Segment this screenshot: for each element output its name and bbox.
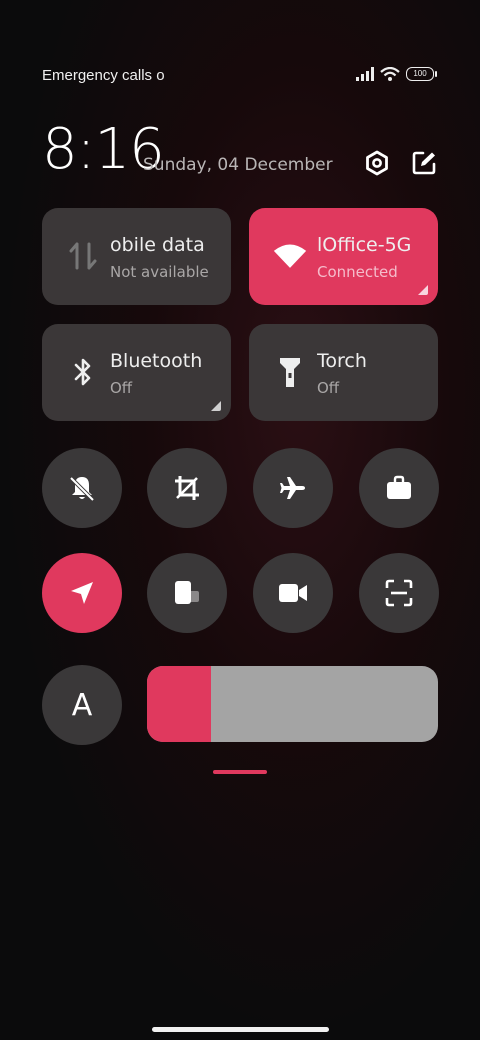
brightness-fill[interactable] xyxy=(147,666,212,742)
screenshot-toggle[interactable] xyxy=(147,448,227,528)
screen-recorder-toggle[interactable] xyxy=(253,553,333,633)
mobile-data-title: obile data xyxy=(110,234,205,256)
page-indicator xyxy=(213,770,267,774)
silent-bell-icon xyxy=(69,476,95,502)
silent-mode-toggle[interactable] xyxy=(42,448,122,528)
carrier-text: Emergency calls o xyxy=(42,67,165,84)
edit-icon[interactable] xyxy=(411,150,437,176)
status-icons: 100 xyxy=(356,67,437,81)
wifi-network-name: lOffice-5G xyxy=(317,234,412,256)
torch-icon xyxy=(273,355,307,389)
bluetooth-status: Off xyxy=(110,379,133,397)
airplane-icon xyxy=(280,477,305,499)
settings-icon[interactable] xyxy=(364,150,390,176)
auto-brightness-button[interactable]: A xyxy=(42,665,122,745)
airplane-mode-toggle[interactable] xyxy=(253,448,333,528)
wifi-tile[interactable]: lOffice-5G Connected xyxy=(249,208,438,305)
torch-status: Off xyxy=(317,379,340,397)
home-gesture-bar[interactable] xyxy=(152,1027,329,1032)
briefcase-icon xyxy=(387,475,411,499)
signal-icon xyxy=(356,67,374,81)
status-bar: Emergency calls o 100 xyxy=(42,66,437,88)
location-toggle[interactable] xyxy=(42,553,122,633)
wifi-expand-icon[interactable] xyxy=(418,285,428,295)
video-camera-icon xyxy=(279,584,307,602)
bluetooth-expand-icon[interactable] xyxy=(211,401,221,411)
torch-tile[interactable]: Torch Off xyxy=(249,324,438,421)
mobile-data-icon xyxy=(66,239,100,273)
wifi-icon xyxy=(273,239,307,273)
crop-icon xyxy=(175,476,199,500)
auto-brightness-label: A xyxy=(71,687,93,723)
date-text[interactable]: Sunday, 04 December xyxy=(143,155,333,175)
floating-window-icon xyxy=(175,581,199,604)
bluetooth-tile[interactable]: Bluetooth Off xyxy=(42,324,231,421)
mobile-data-status: Not available xyxy=(110,263,209,281)
mobile-data-tile[interactable]: obile data Not available xyxy=(42,208,231,305)
torch-title: Torch xyxy=(317,350,367,372)
wifi-status-icon xyxy=(380,67,400,81)
scanner-icon xyxy=(385,579,413,607)
brightness-slider[interactable] xyxy=(147,666,438,742)
floating-window-toggle[interactable] xyxy=(147,553,227,633)
bluetooth-icon xyxy=(66,355,100,389)
location-icon xyxy=(71,582,93,604)
bluetooth-title: Bluetooth xyxy=(110,350,203,372)
battery-indicator: 100 xyxy=(406,67,437,81)
wifi-status: Connected xyxy=(317,263,398,281)
work-mode-toggle[interactable] xyxy=(359,448,439,528)
scanner-toggle[interactable] xyxy=(359,553,439,633)
